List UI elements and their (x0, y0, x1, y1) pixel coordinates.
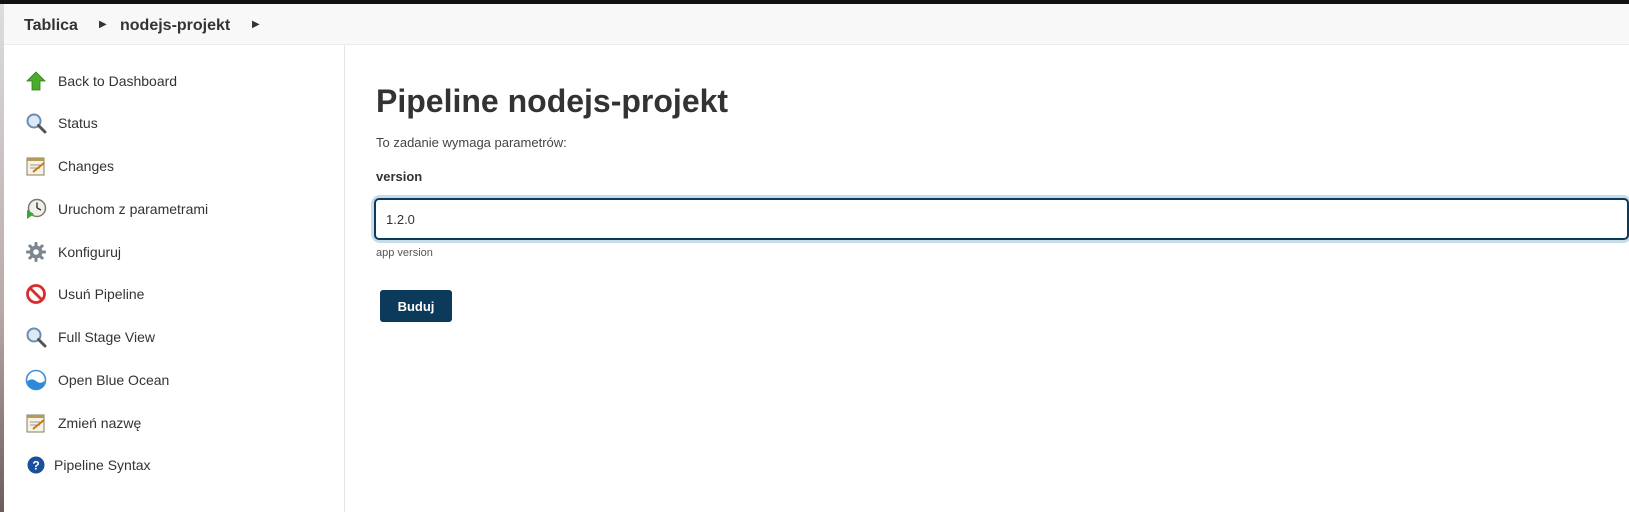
sidebar-item-back-to-dashboard[interactable]: Back to Dashboard (24, 65, 324, 97)
magnifier-icon (24, 325, 48, 349)
gear-icon (24, 240, 48, 264)
clock-play-icon (24, 197, 48, 221)
sidebar-item-full-stage-view[interactable]: Full Stage View (24, 321, 324, 353)
no-entry-icon (24, 282, 48, 306)
page-title: Pipeline nodejs-projekt (376, 83, 729, 119)
sidebar-item-label: Pipeline Syntax (54, 457, 151, 473)
sidebar-item-label: Uruchom z parametrami (58, 201, 209, 217)
sidebar-item-label: Back to Dashboard (58, 73, 178, 89)
sidebar-item-changes[interactable]: Changes (24, 150, 324, 182)
chevron-right-icon[interactable]: ▶ (252, 19, 260, 30)
sidebar-item-label: Konfiguruj (58, 244, 122, 260)
sidebar-item-label: Full Stage View (58, 329, 156, 345)
sidebar-item-zmien-nazwe[interactable]: Zmień nazwę (24, 407, 324, 439)
sidebar: Back to Dashboard Status Changes Uruchom… (4, 45, 345, 512)
sidebar-item-label: Status (58, 115, 98, 131)
magnifier-icon (24, 111, 48, 135)
sidebar-item-label: Open Blue Ocean (58, 372, 170, 388)
sidebar-item-label: Usuń Pipeline (58, 286, 145, 302)
sidebar-item-label: Changes (58, 158, 115, 174)
notepad-icon (24, 411, 48, 435)
sidebar-item-label: Zmień nazwę (58, 415, 142, 431)
svg-text:?: ? (32, 459, 39, 473)
help-icon: ? (24, 453, 48, 477)
parameter-label: version (376, 169, 423, 184)
parameter-help-text: app version (376, 247, 433, 259)
notepad-icon (24, 154, 48, 178)
sidebar-item-uruchom-z-parametrami[interactable]: Uruchom z parametrami (24, 193, 324, 225)
breadcrumb-item-project[interactable]: nodejs-projekt (120, 17, 230, 35)
chevron-right-icon[interactable]: ▶ (99, 19, 107, 30)
version-input[interactable] (374, 198, 1629, 240)
sidebar-item-open-blue-ocean[interactable]: Open Blue Ocean (24, 364, 324, 396)
sidebar-item-pipeline-syntax[interactable]: ? Pipeline Syntax (24, 449, 324, 481)
sidebar-item-status[interactable]: Status (24, 107, 324, 139)
sidebar-item-usun-pipeline[interactable]: Usuń Pipeline (24, 278, 324, 310)
build-button[interactable]: Buduj (380, 290, 452, 322)
up-arrow-icon (24, 69, 48, 93)
sidebar-item-konfiguruj[interactable]: Konfiguruj (24, 236, 324, 268)
breadcrumb: Tablica ▶ nodejs-projekt ▶ (4, 4, 1629, 45)
page-description: To zadanie wymaga parametrów: (376, 135, 567, 150)
breadcrumb-item-tablica[interactable]: Tablica (24, 17, 78, 35)
blue-ocean-icon (24, 368, 48, 392)
parameter-input-focus-ring (374, 198, 1629, 240)
